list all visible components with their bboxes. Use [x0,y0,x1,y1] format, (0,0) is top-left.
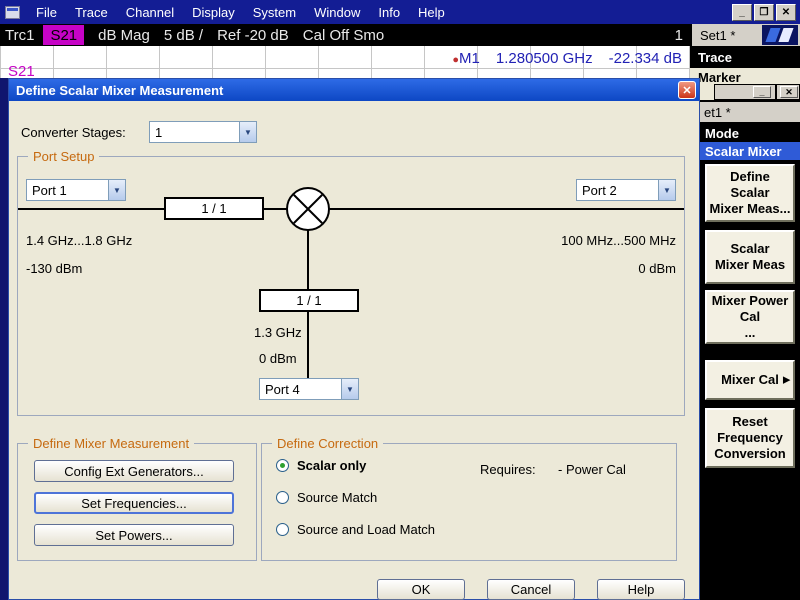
chevron-down-icon[interactable]: ▼ [658,180,675,200]
subwindow-controls: _ ✕ [714,84,800,100]
define-scalar-mixer-dialog: Define Scalar Mixer Measurement ✕ Conver… [8,78,700,600]
if-frequency-range: 100 MHz...500 MHz [561,233,676,248]
minimize-icon[interactable]: _ [753,86,771,98]
menu-bar: File Trace Channel Display System Window… [0,0,800,24]
port2-value: Port 2 [577,180,658,200]
dialog-body: Converter Stages: 1 ▼ Port Setup Port 1 … [9,101,699,599]
define-correction-legend: Define Correction [272,436,383,451]
if-power-level: 0 dBm [638,261,676,276]
softkey-column: Define Scalar Mixer Meas... Scalar Mixer… [705,164,795,468]
sidebar-trace-header: Trace [690,46,800,68]
cancel-button[interactable]: Cancel [487,579,575,600]
define-mixer-legend: Define Mixer Measurement [28,436,194,451]
softkey-sidebar: Set1 * Trace Marker _ ✕ et1 * Mode Scala… [690,24,800,600]
grid-line [0,68,690,69]
softkey-mixer-cal-label: Mixer Cal [721,372,779,388]
marker-name: ●M1 [452,50,480,67]
menu-system[interactable]: System [244,1,305,24]
menu-help[interactable]: Help [409,1,454,24]
close-icon[interactable]: ✕ [780,86,798,98]
channel-number: 1 [675,27,683,44]
restore-icon[interactable]: ❐ [754,4,774,21]
converter-stages-select[interactable]: 1 ▼ [149,121,257,143]
softkey-define-scalar-mixer-meas[interactable]: Define Scalar Mixer Meas... [705,164,795,222]
requires-label: Requires: [480,462,536,477]
ok-button[interactable]: OK [377,579,465,600]
active-mode-scalar-mixer[interactable]: Scalar Mixer [700,142,800,160]
radio-source-match-label[interactable]: Source Match [297,490,377,505]
menu-channel[interactable]: Channel [117,1,183,24]
port1-value: Port 1 [27,180,108,200]
measurement-badge[interactable]: S21 [43,25,84,45]
chevron-down-icon[interactable]: ▼ [239,122,256,142]
define-mixer-measurement-group: Define Mixer Measurement Config Ext Gene… [17,443,257,561]
softkey-mixer-cal[interactable]: Mixer Cal ▶ [705,360,795,400]
softkey-mixer-power-cal[interactable]: Mixer Power Cal ... [705,290,795,344]
trace-name[interactable]: Trc1 [5,27,34,44]
radio-source-match[interactable]: Source Match [276,490,377,505]
port-setup-group: Port Setup Port 1 ▼ Port 2 ▼ 1 / 1 1 / 1… [17,156,685,416]
app-icon[interactable] [5,6,20,19]
radio-selected-icon[interactable] [276,459,289,472]
sidebar-mode-header: Mode [700,124,800,142]
help-button[interactable]: Help [597,579,685,600]
rf-frequency-range: 1.4 GHz...1.8 GHz [26,233,132,248]
requires-value: - Power Cal [558,462,626,477]
port2-select[interactable]: Port 2 ▼ [576,179,676,201]
grid-trace-label: S21 [8,63,35,78]
marker-frequency: 1.280500 GHz [496,50,593,67]
diagram-grid: ●M1 1.280500 GHz -22.334 dB S21 [0,46,690,78]
radio-source-and-load-match-label[interactable]: Source and Load Match [297,522,435,537]
marker-level: -22.334 dB [609,50,682,67]
set-powers-button[interactable]: Set Powers... [34,524,234,546]
rs-logo [762,25,798,45]
recall-set-label: Set1 * [690,24,800,46]
port1-select[interactable]: Port 1 ▼ [26,179,126,201]
port4-value: Port 4 [260,379,341,399]
lo-power-level: 0 dBm [259,351,297,366]
converter-stages-label: Converter Stages: [21,125,126,140]
dialog-title: Define Scalar Mixer Measurement [16,83,223,98]
trace-info-bar: Trc1 S21 dB Mag 5 dB / Ref -20 dB Cal Of… [0,24,690,46]
recall-set-label-partial: et1 * [700,102,800,122]
softkey-reset-frequency-conversion[interactable]: Reset Frequency Conversion [705,408,795,468]
trace-scale[interactable]: 5 dB / [164,27,203,44]
rf-ratio-box: 1 / 1 [164,197,264,220]
chevron-down-icon[interactable]: ▼ [341,379,358,399]
rf-power-level: -130 dBm [26,261,82,276]
lo-ratio-box: 1 / 1 [259,289,359,312]
close-icon[interactable]: ✕ [678,81,696,99]
mixer-symbol [286,187,330,231]
define-correction-group: Define Correction Scalar only Source Mat… [261,443,677,561]
chevron-down-icon[interactable]: ▼ [108,180,125,200]
radio-unselected-icon[interactable] [276,491,289,504]
trace-format[interactable]: dB Mag [98,27,150,44]
trace-reference[interactable]: Ref -20 dB [217,27,289,44]
radio-source-and-load-match[interactable]: Source and Load Match [276,522,435,537]
softkey-scalar-mixer-meas[interactable]: Scalar Mixer Meas [705,230,795,284]
menu-trace[interactable]: Trace [66,1,117,24]
rf-signal-line [18,208,684,210]
radio-scalar-only-label[interactable]: Scalar only [297,458,366,473]
radio-unselected-icon[interactable] [276,523,289,536]
converter-stages-value: 1 [150,122,239,142]
port-setup-legend: Port Setup [28,149,99,164]
port4-select[interactable]: Port 4 ▼ [259,378,359,400]
divider [775,84,777,100]
menu-file[interactable]: File [27,1,66,24]
trace-cal-state: Cal Off Smo [303,27,384,44]
config-ext-generators-button[interactable]: Config Ext Generators... [34,460,234,482]
close-icon[interactable]: ✕ [776,4,796,21]
minimize-icon[interactable]: _ [732,4,752,21]
menu-display[interactable]: Display [183,1,244,24]
menu-window[interactable]: Window [305,1,369,24]
window-controls: _ ❐ ✕ [732,4,800,21]
menu-info[interactable]: Info [369,1,409,24]
marker-readout: ●M1 1.280500 GHz -22.334 dB [452,50,682,67]
radio-scalar-only[interactable]: Scalar only [276,458,366,473]
submenu-arrow-icon: ▶ [783,374,790,385]
dialog-title-bar[interactable]: Define Scalar Mixer Measurement ✕ [9,79,699,101]
set-frequencies-button[interactable]: Set Frequencies... [34,492,234,514]
lo-frequency: 1.3 GHz [254,325,302,340]
